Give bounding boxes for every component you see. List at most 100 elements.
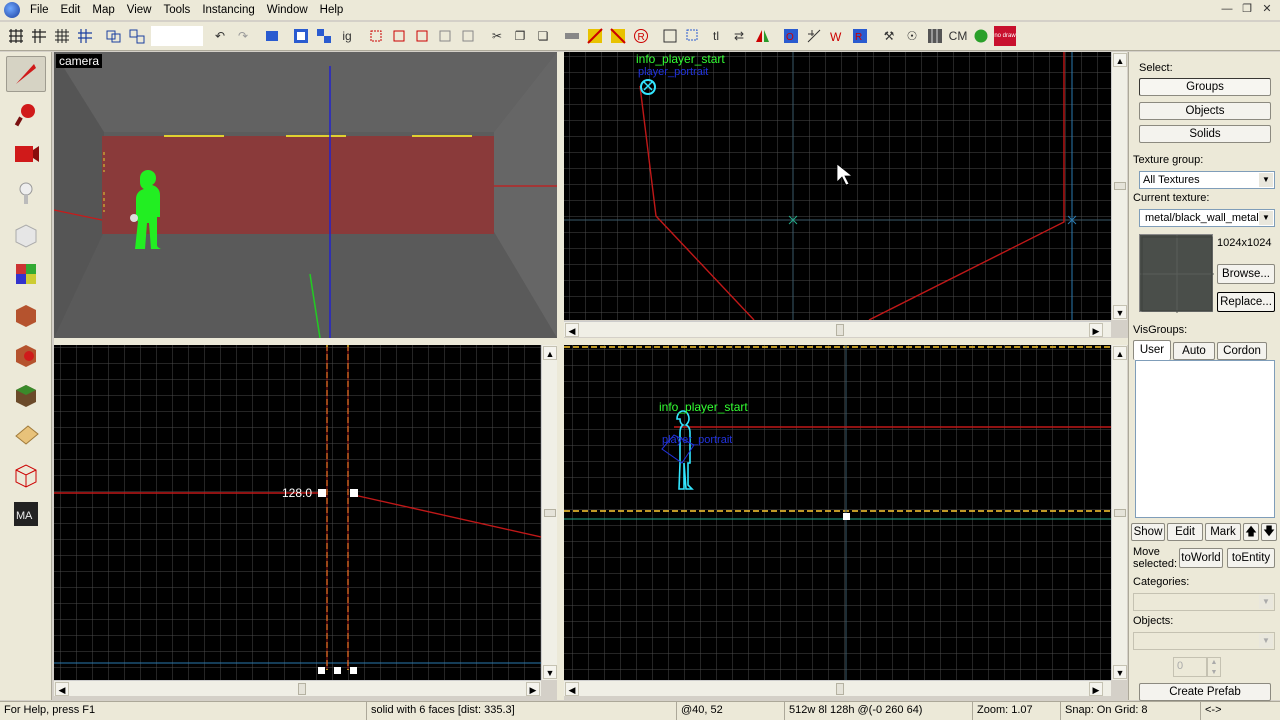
wireframe-r-icon[interactable]: R (850, 26, 870, 46)
texture-group-select[interactable]: All Textures ▼ (1139, 171, 1275, 189)
texture-r-icon[interactable]: R (631, 26, 651, 46)
toggle-o-icon[interactable]: O (781, 26, 801, 46)
block-tool-icon[interactable] (6, 216, 46, 252)
front-viewport-hscroll[interactable]: ◀ ▶ (54, 680, 541, 696)
leaf-icon[interactable] (971, 26, 991, 46)
splitter-vertical[interactable] (557, 52, 564, 700)
front-viewport[interactable]: 128.0 (54, 345, 541, 680)
scroll-right-icon[interactable]: ▶ (1089, 682, 1103, 696)
scroll-left-icon[interactable]: ◀ (55, 682, 69, 696)
scroll-right-icon[interactable]: ▶ (526, 682, 540, 696)
top-viewport[interactable]: info_player_start player_portrait (564, 52, 1111, 320)
clipping-icon[interactable] (6, 416, 46, 452)
restore-icon[interactable]: ❐ (1238, 2, 1256, 18)
scroll-thumb[interactable] (298, 683, 306, 695)
cm-icon[interactable]: CM (948, 26, 968, 46)
tab-cordon[interactable]: Cordon (1217, 342, 1267, 360)
side-viewport-vscroll[interactable]: ▲ ▼ (1111, 345, 1127, 680)
redo-icon[interactable]: ↷ (233, 26, 253, 46)
tab-user[interactable]: User (1133, 340, 1171, 360)
scroll-right-icon[interactable]: ▶ (1089, 323, 1103, 337)
cube-gray-icon-2[interactable] (458, 26, 478, 46)
hammer-app-icon[interactable] (4, 2, 20, 18)
splitter-horizontal[interactable] (54, 338, 1128, 345)
minimize-icon[interactable]: — (1218, 2, 1236, 18)
select-groups-button[interactable]: Groups (1139, 78, 1271, 96)
arrow-up-icon[interactable]: 🡅 (1243, 523, 1259, 541)
chevron-down-icon[interactable]: ▼ (1259, 211, 1273, 225)
browse-button[interactable]: Browse... (1217, 264, 1275, 284)
replace-button[interactable]: Replace... (1217, 292, 1275, 312)
scroll-thumb[interactable] (1114, 509, 1126, 517)
scroll-thumb[interactable] (836, 683, 844, 695)
marquee-icon[interactable] (683, 26, 703, 46)
to-world-button[interactable]: toWorld (1179, 548, 1223, 568)
side-viewport-hscroll[interactable]: ◀ ▶ (564, 680, 1111, 696)
edit-button[interactable]: Edit (1167, 523, 1203, 541)
texture-hazard-icon[interactable] (585, 26, 605, 46)
move-icon[interactable]: ⇄ (729, 26, 749, 46)
texture-hazard-icon-2[interactable] (608, 26, 628, 46)
texture-grid-icon[interactable] (925, 26, 945, 46)
vertex-icon[interactable] (6, 456, 46, 492)
menu-map[interactable]: Map (86, 2, 120, 18)
cube-gray-icon[interactable] (435, 26, 455, 46)
flip-icon[interactable] (752, 26, 772, 46)
top-viewport-vscroll[interactable]: ▲ ▼ (1111, 52, 1127, 320)
grid-larger-icon[interactable] (75, 26, 95, 46)
scroll-up-icon[interactable]: ▲ (543, 346, 557, 360)
ungroup-icon[interactable] (127, 26, 147, 46)
current-texture-select[interactable]: metal/black_wall_metal ▼ (1139, 209, 1275, 227)
show-all-icon[interactable] (314, 26, 334, 46)
overlay-icon[interactable] (6, 376, 46, 412)
visgroups-list[interactable] (1135, 360, 1275, 518)
grid-dots-icon[interactable] (29, 26, 49, 46)
magnify-tool-icon[interactable] (6, 96, 46, 132)
texture-application-icon[interactable] (6, 256, 46, 292)
grid-toggle-icon[interactable] (6, 26, 26, 46)
mark-button[interactable]: Mark (1205, 523, 1241, 541)
top-viewport-hscroll[interactable]: ◀ ▶ (564, 321, 1111, 337)
select-solids-button[interactable]: Solids (1139, 125, 1271, 143)
camera-tool-icon[interactable] (6, 136, 46, 172)
scroll-left-icon[interactable]: ◀ (565, 323, 579, 337)
side-viewport[interactable]: info_player_start player_portrait (564, 345, 1111, 680)
scroll-down-icon[interactable]: ▼ (543, 665, 557, 679)
arrow-down-icon[interactable]: 🡇 (1261, 523, 1277, 541)
tab-auto[interactable]: Auto (1173, 342, 1215, 360)
texture-lock-icon[interactable] (562, 26, 582, 46)
to-entity-button[interactable]: toEntity (1227, 548, 1275, 568)
cube-red-icon-3[interactable] (412, 26, 432, 46)
menu-file[interactable]: File (24, 2, 55, 18)
wrench-icon[interactable]: ⚒ (879, 26, 899, 46)
tl-icon[interactable]: tl (706, 26, 726, 46)
nodraw-icon[interactable]: no draw (994, 26, 1016, 46)
copy-icon[interactable]: ❐ (510, 26, 530, 46)
scroll-up-icon[interactable]: ▲ (1113, 53, 1127, 67)
apply-texture-icon[interactable] (6, 296, 46, 332)
carve-icon[interactable] (262, 26, 282, 46)
cube-red-icon[interactable] (366, 26, 386, 46)
scroll-thumb[interactable] (544, 509, 556, 517)
measure-icon[interactable] (804, 26, 824, 46)
maya-icon[interactable]: MA (6, 496, 46, 532)
scroll-up-icon[interactable]: ▲ (1113, 346, 1127, 360)
ig-icon[interactable]: ig (337, 26, 357, 46)
menu-tools[interactable]: Tools (157, 2, 196, 18)
scroll-down-icon[interactable]: ▼ (1113, 305, 1127, 319)
menu-edit[interactable]: Edit (55, 2, 87, 18)
group-icon[interactable] (104, 26, 124, 46)
cube-red-icon-2[interactable] (389, 26, 409, 46)
menu-window[interactable]: Window (261, 2, 314, 18)
wireframe-w-icon[interactable]: W (827, 26, 847, 46)
create-prefab-button[interactable]: Create Prefab (1139, 683, 1271, 701)
scroll-down-icon[interactable]: ▼ (1113, 665, 1127, 679)
scroll-left-icon[interactable]: ◀ (565, 682, 579, 696)
menu-view[interactable]: View (121, 2, 158, 18)
scroll-thumb[interactable] (836, 324, 844, 336)
entity-tool-icon[interactable] (6, 176, 46, 212)
menu-help[interactable]: Help (314, 2, 350, 18)
scroll-thumb[interactable] (1114, 182, 1126, 190)
cut-icon[interactable]: ✂ (487, 26, 507, 46)
selection-tool-icon[interactable] (6, 56, 46, 92)
